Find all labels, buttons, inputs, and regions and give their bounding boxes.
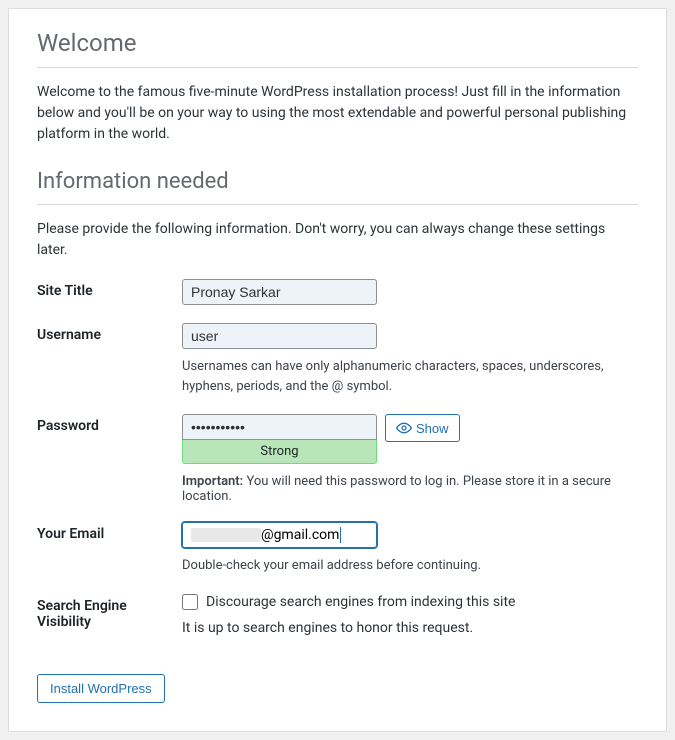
- email-masked-part: [191, 528, 261, 542]
- divider: [37, 67, 638, 68]
- welcome-intro: Welcome to the famous five-minute WordPr…: [37, 82, 638, 145]
- site-title-input[interactable]: [182, 279, 377, 305]
- email-input[interactable]: @gmail.com: [182, 522, 377, 548]
- info-heading: Information needed: [37, 169, 638, 194]
- username-description: Usernames can have only alphanumeric cha…: [182, 357, 638, 396]
- email-visible-part: @gmail.com: [261, 527, 339, 543]
- password-strength: Strong: [182, 440, 377, 464]
- email-label: Your Email: [37, 522, 182, 576]
- email-row: Your Email @gmail.com Double-check your …: [37, 522, 638, 576]
- password-row: Password Strong Show Important: You will…: [37, 414, 638, 504]
- install-wordpress-button[interactable]: Install WordPress: [37, 674, 165, 703]
- search-visibility-note: It is up to search engines to honor this…: [182, 620, 638, 636]
- welcome-heading: Welcome: [37, 29, 638, 57]
- username-input[interactable]: [182, 323, 377, 349]
- username-row: Username Usernames can have only alphanu…: [37, 323, 638, 396]
- search-visibility-label: Search Engine Visibility: [37, 594, 182, 636]
- text-caret: [340, 527, 341, 543]
- password-label: Password: [37, 414, 182, 504]
- password-important: Important: You will need this password t…: [182, 474, 638, 504]
- eye-icon: [396, 420, 412, 436]
- search-visibility-checkbox-label: Discourage search engines from indexing …: [206, 594, 515, 610]
- site-title-row: Site Title: [37, 279, 638, 305]
- username-label: Username: [37, 323, 182, 396]
- site-title-label: Site Title: [37, 279, 182, 305]
- show-password-label: Show: [416, 421, 449, 436]
- info-subintro: Please provide the following information…: [37, 219, 638, 261]
- show-password-button[interactable]: Show: [385, 414, 460, 442]
- install-form-container: Welcome Welcome to the famous five-minut…: [8, 8, 667, 732]
- password-input[interactable]: [182, 414, 377, 440]
- search-visibility-row: Search Engine Visibility Discourage sear…: [37, 594, 638, 636]
- search-visibility-checkbox[interactable]: [182, 594, 198, 610]
- email-description: Double-check your email address before c…: [182, 556, 638, 576]
- divider: [37, 204, 638, 205]
